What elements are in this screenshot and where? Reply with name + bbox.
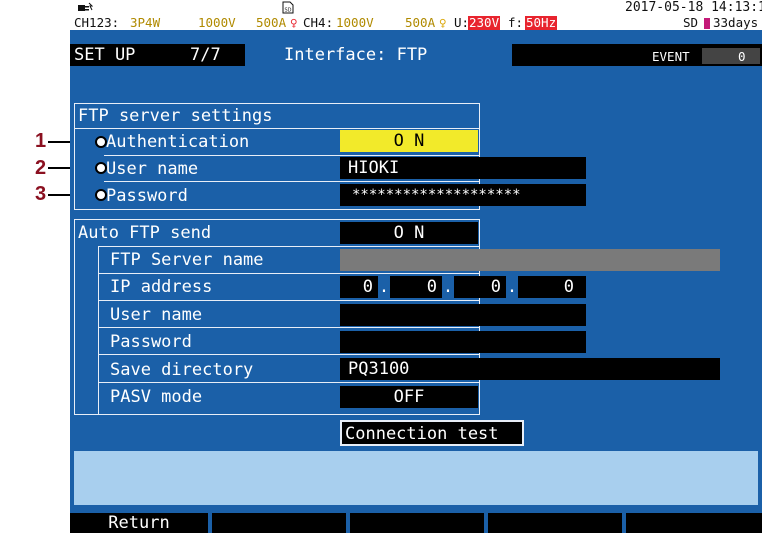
clamp-icon-1: ♀ [290, 15, 298, 30]
page-title: Interface: FTP [284, 45, 428, 65]
page-indicator: 7/7 [190, 45, 221, 65]
callout-number-2: 2 [35, 157, 47, 179]
ip-dot-3: . [506, 276, 518, 298]
return-button[interactable]: Return [70, 513, 208, 533]
function-key-2[interactable] [212, 513, 346, 533]
event-count: 0 [738, 49, 746, 64]
current-range-1: 500A [256, 15, 287, 30]
event-label: EVENT [652, 49, 690, 64]
ip-address-label: IP address [110, 277, 213, 297]
save-directory-field[interactable]: PQ3100 [340, 358, 720, 380]
auto-ftp-send-label: Auto FTP send [78, 223, 212, 243]
event-count-box [702, 48, 760, 64]
callout-marker-3 [95, 189, 107, 201]
connection-test-button[interactable]: Connection test [340, 420, 524, 446]
channel-4-label: CH4: [303, 15, 334, 30]
callout-marker-2 [95, 162, 107, 174]
ip-octet-1[interactable]: 0 [340, 276, 378, 298]
status-bar: SD 2017-05-18 14:13:18 CH123: 3P4W 1000V… [70, 0, 762, 30]
save-directory-label: Save directory [110, 360, 254, 380]
sd-capacity-icon [704, 18, 710, 29]
ip-dot-2: . [442, 276, 454, 298]
ip-octet-4[interactable]: 0 [518, 276, 586, 298]
sd-label: SD [683, 15, 699, 30]
callout-number-3: 3 [35, 183, 47, 205]
authentication-label: Authentication [106, 132, 250, 152]
auto-ftp-send-toggle[interactable]: O N [340, 222, 478, 244]
ftp-password-field[interactable]: ******************** [340, 184, 586, 206]
auto-password-field[interactable] [340, 331, 586, 353]
auto-user-name-label: User name [110, 305, 203, 325]
ftp-server-name-field[interactable] [340, 249, 720, 271]
current-range-2: 500A [405, 15, 436, 30]
channel-123-label: CH123: [74, 15, 120, 30]
sd-remaining-days: 33days [713, 15, 759, 30]
callout-number-1: 1 [35, 130, 47, 152]
svg-text:SD: SD [285, 8, 292, 14]
ftp-server-name-label: FTP Server name [110, 250, 264, 270]
ftp-server-settings-title: FTP server settings [78, 106, 273, 126]
mode-label: SET UP [74, 45, 136, 65]
header-bar: SET UP 7/7 Interface: FTP EVENT 0 [70, 30, 762, 66]
help-message-panel [74, 451, 758, 505]
ftp-user-name-label: User name [106, 159, 199, 179]
ip-octet-3[interactable]: 0 [454, 276, 506, 298]
u-label: U: [454, 15, 470, 30]
u-value-badge: 230V [468, 15, 501, 30]
auto-password-label: Password [110, 332, 192, 352]
function-key-3[interactable] [350, 513, 484, 533]
f-value-badge: 50Hz [525, 15, 558, 30]
power-plug-icon [78, 2, 93, 11]
ftp-password-label: Password [106, 186, 188, 206]
pasv-mode-toggle[interactable]: OFF [340, 386, 478, 408]
pasv-mode-label: PASV mode [110, 387, 203, 407]
device-screen: SD 2017-05-18 14:13:18 CH123: 3P4W 1000V… [70, 0, 762, 533]
datetime: 2017-05-18 14:13:18 [625, 0, 762, 15]
f-label: f: [508, 15, 524, 30]
ftp-user-name-field[interactable]: HIOKI [340, 157, 586, 179]
clamp-icon-2: ♀ [439, 15, 447, 30]
sd-card-icon: SD [282, 1, 294, 14]
voltage-range-1: 1000V [198, 15, 236, 30]
ip-dot-1: . [378, 276, 390, 298]
ip-octet-2[interactable]: 0 [390, 276, 442, 298]
wiring-mode: 3P4W [130, 15, 161, 30]
authentication-toggle[interactable]: O N [340, 130, 478, 152]
function-key-4[interactable] [488, 513, 622, 533]
auto-user-name-field[interactable] [340, 304, 586, 326]
voltage-range-2: 1000V [336, 15, 374, 30]
callout-marker-1 [95, 136, 107, 148]
function-key-5[interactable] [626, 513, 762, 533]
